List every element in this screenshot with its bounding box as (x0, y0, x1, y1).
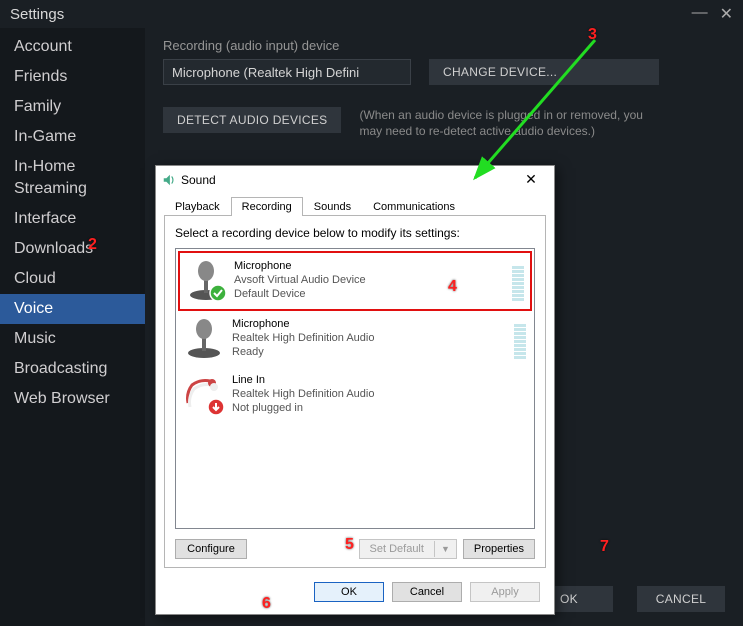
configure-button[interactable]: Configure (175, 539, 247, 559)
sidebar-item-music[interactable]: Music (0, 324, 145, 354)
close-icon[interactable]: ✕ (720, 4, 733, 24)
sidebar-item-cloud[interactable]: Cloud (0, 264, 145, 294)
sidebar: AccountFriendsFamilyIn-GameIn-Home Strea… (0, 28, 145, 626)
sidebar-item-account[interactable]: Account (0, 32, 145, 62)
sidebar-item-broadcasting[interactable]: Broadcasting (0, 354, 145, 384)
device-text: Line InRealtek High Definition AudioNot … (232, 373, 508, 415)
level-meter (512, 259, 524, 303)
level-meter (514, 317, 526, 361)
tab-playback[interactable]: Playback (164, 197, 231, 216)
sidebar-item-voice[interactable]: Voice (0, 294, 145, 324)
sound-cancel-button[interactable]: Cancel (392, 582, 462, 602)
device-row[interactable]: MicrophoneAvsoft Virtual Audio DeviceDef… (178, 251, 532, 311)
microphone-icon (182, 317, 226, 361)
sound-dialog: Sound ✕ PlaybackRecordingSoundsCommunica… (155, 165, 555, 615)
device-row[interactable]: Line InRealtek High Definition AudioNot … (178, 367, 532, 423)
sidebar-item-downloads[interactable]: Downloads (0, 234, 145, 264)
sidebar-item-interface[interactable]: Interface (0, 204, 145, 234)
change-device-button[interactable]: CHANGE DEVICE... (429, 59, 659, 85)
recording-label: Recording (audio input) device (163, 38, 725, 53)
sound-apply-button: Apply (470, 582, 540, 602)
steam-header: Settings — ✕ (0, 0, 743, 28)
cancel-button[interactable]: CANCEL (637, 586, 725, 612)
detect-audio-button[interactable]: DETECT AUDIO DEVICES (163, 107, 341, 133)
speaker-icon (162, 173, 176, 187)
sidebar-item-in-game[interactable]: In-Game (0, 122, 145, 152)
detect-hint: (When an audio device is plugged in or r… (359, 107, 659, 139)
device-text: MicrophoneRealtek High Definition AudioR… (232, 317, 508, 359)
sound-close-button[interactable]: ✕ (516, 168, 546, 192)
sidebar-item-in-home-streaming[interactable]: In-Home Streaming (0, 152, 145, 204)
sound-ok-button[interactable]: OK (314, 582, 384, 602)
tab-sounds[interactable]: Sounds (303, 197, 362, 216)
device-text: MicrophoneAvsoft Virtual Audio DeviceDef… (234, 259, 506, 301)
level-meter (514, 373, 526, 417)
device-list: MicrophoneAvsoft Virtual Audio DeviceDef… (175, 248, 535, 529)
window-title: Settings (10, 6, 64, 23)
minimize-icon[interactable]: — (692, 4, 708, 24)
line-in-icon (182, 373, 226, 417)
tab-recording[interactable]: Recording (231, 197, 303, 216)
tab-communications[interactable]: Communications (362, 197, 466, 216)
microphone-icon (184, 259, 228, 303)
sound-dialog-title: Sound (181, 173, 216, 187)
recording-device-input[interactable]: Microphone (Realtek High Defini (163, 59, 411, 85)
sound-tabs: PlaybackRecordingSoundsCommunications (156, 193, 554, 215)
recording-tab-panel: Select a recording device below to modif… (164, 215, 546, 568)
sidebar-item-web-browser[interactable]: Web Browser (0, 384, 145, 414)
set-default-button: Set Default▼ (359, 539, 457, 559)
device-row[interactable]: MicrophoneRealtek High Definition AudioR… (178, 311, 532, 367)
recording-prompt: Select a recording device below to modif… (175, 226, 535, 240)
sidebar-item-family[interactable]: Family (0, 92, 145, 122)
sidebar-item-friends[interactable]: Friends (0, 62, 145, 92)
properties-button[interactable]: Properties (463, 539, 535, 559)
